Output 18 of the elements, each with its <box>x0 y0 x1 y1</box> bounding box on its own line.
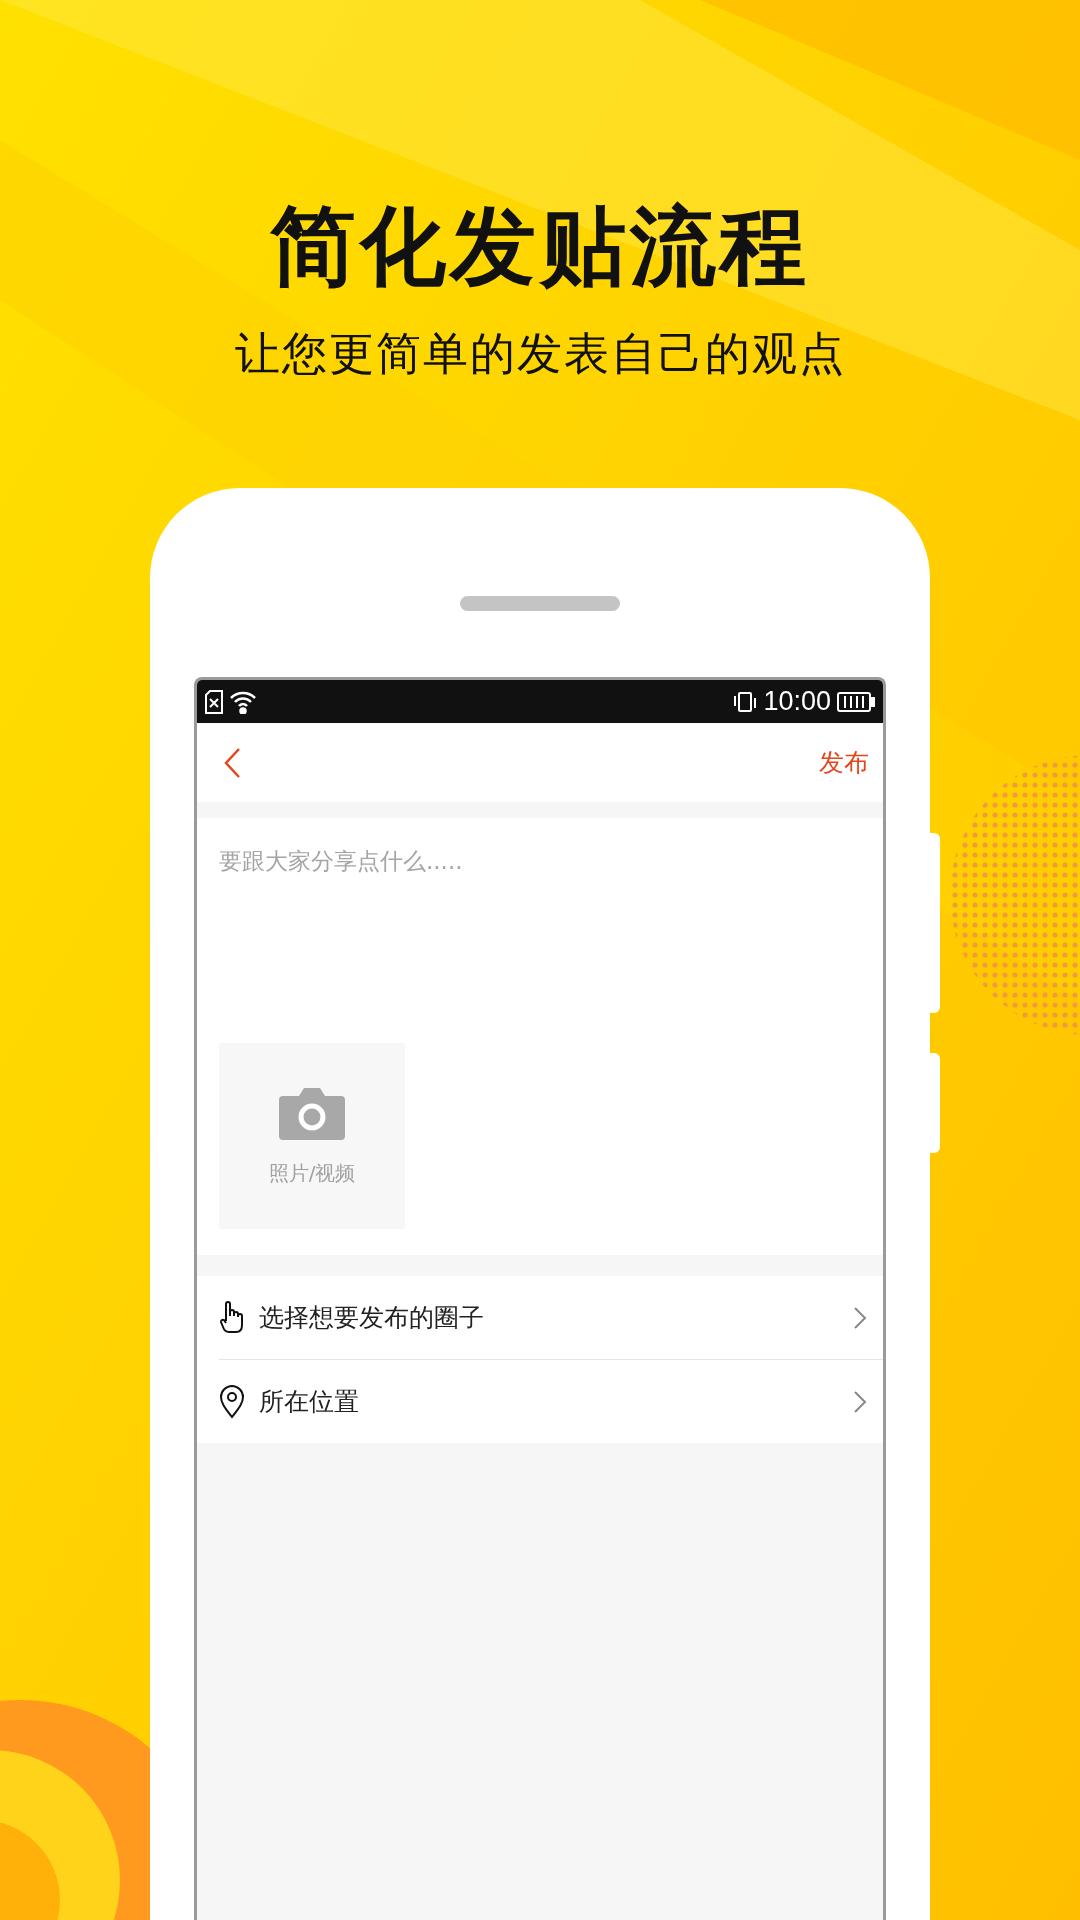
page-title: 简化发贴流程 <box>270 196 810 296</box>
location-pin-icon <box>219 1384 245 1419</box>
status-time: 10:00 <box>763 686 831 717</box>
pointing-hand-icon <box>219 1300 245 1335</box>
sim-card-icon <box>205 689 223 714</box>
chevron-right-icon <box>853 1389 867 1414</box>
post-field[interactable]: 要跟大家分享点什么..... <box>197 818 883 1043</box>
page-subtitle: 让您更简单的发表自己的观点 <box>234 326 846 382</box>
option-row[interactable]: 所在位置 <box>219 1359 883 1443</box>
publish-button[interactable]: 发布 <box>819 746 869 779</box>
camera-icon <box>279 1085 345 1142</box>
option-label: 所在位置 <box>259 1386 360 1418</box>
option-row[interactable]: 选择想要发布的圈子 <box>219 1276 883 1359</box>
battery-icon <box>837 690 875 713</box>
vibrate-icon <box>733 689 758 714</box>
wifi-icon <box>229 689 257 714</box>
chevron-right-icon <box>853 1305 867 1330</box>
option-label: 选择想要发布的圈子 <box>259 1302 485 1334</box>
